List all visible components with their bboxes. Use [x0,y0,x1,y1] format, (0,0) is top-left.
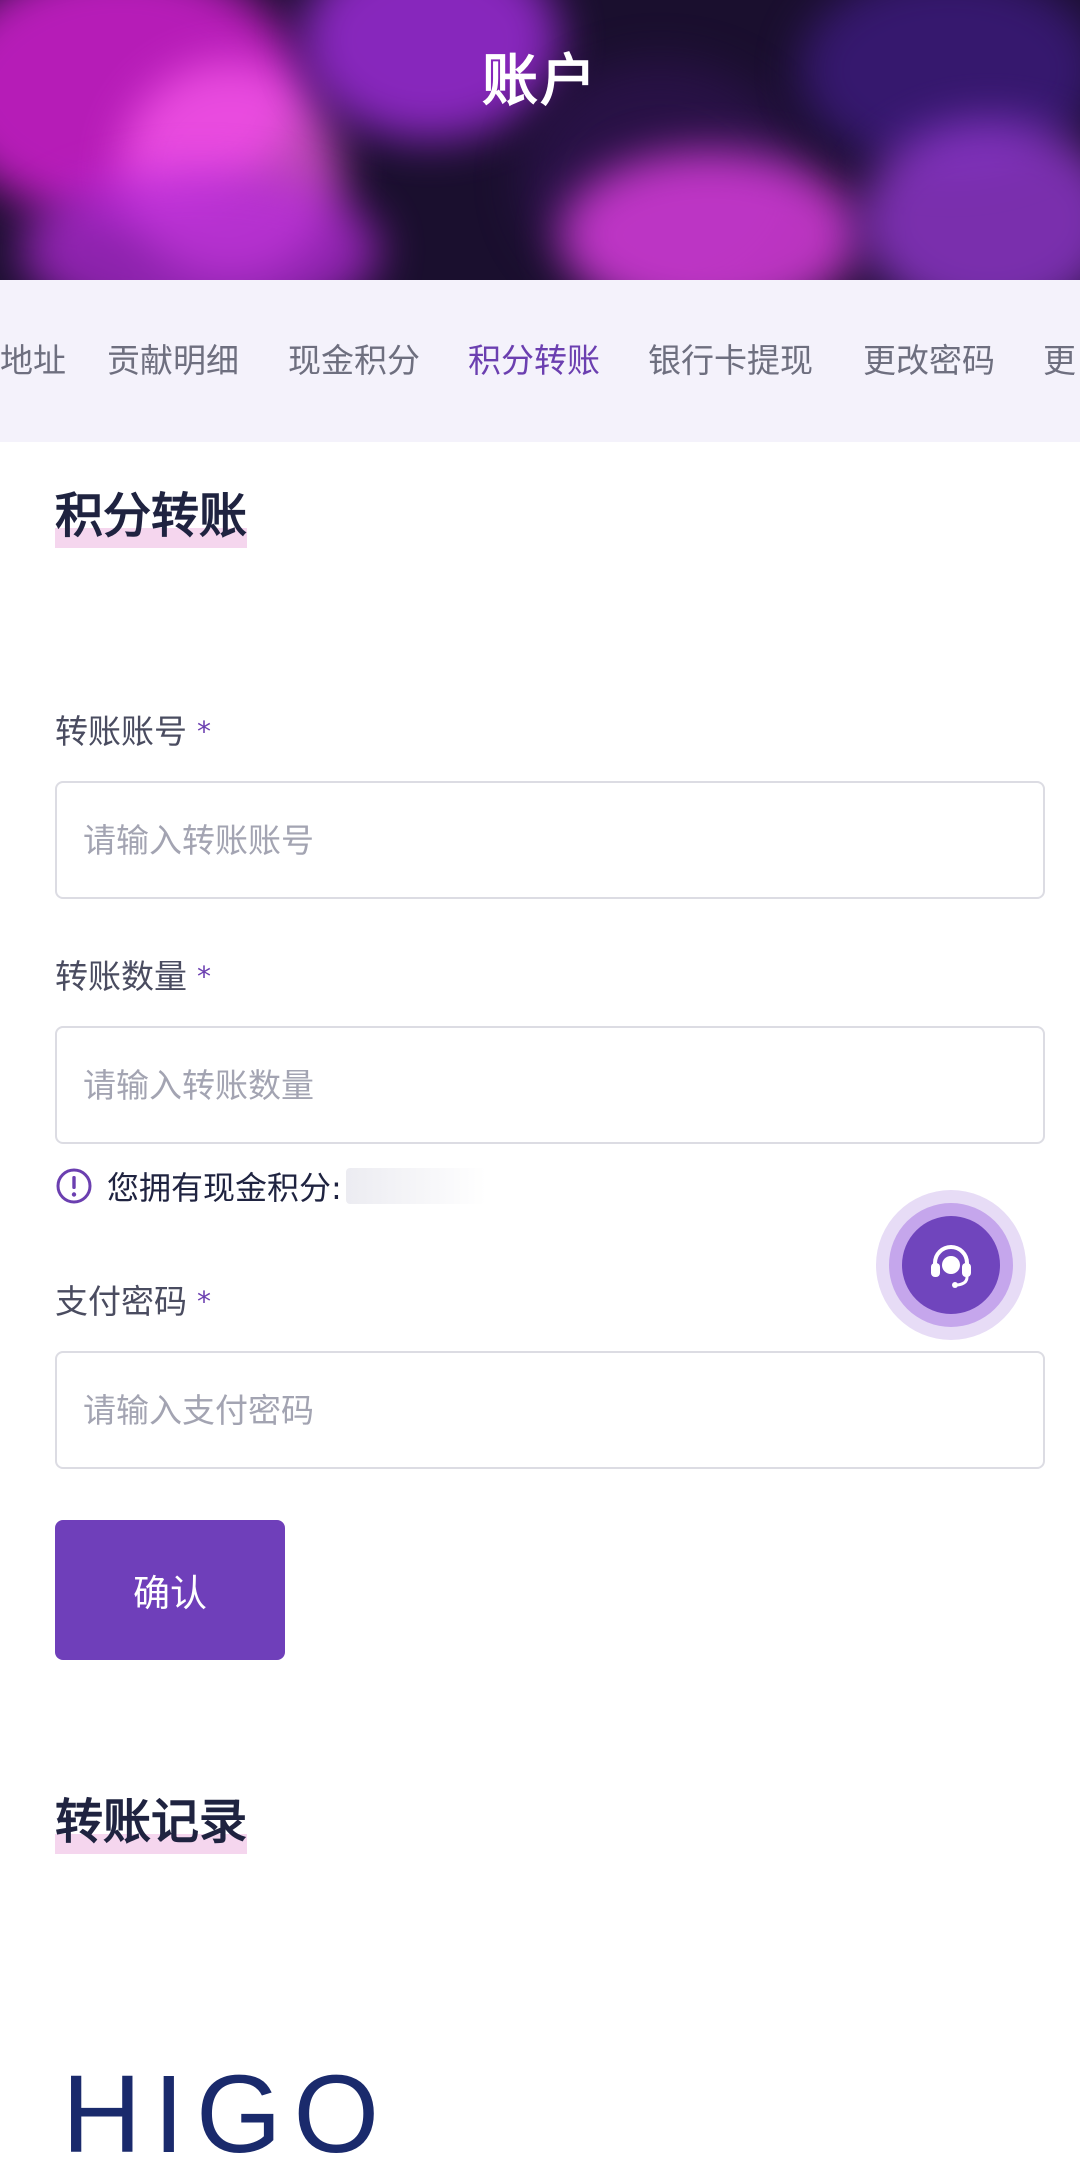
records-section-title: 转账记录 [55,1790,248,1854]
footer-logo: HIGO [62,2053,392,2176]
page-title: 账户 [482,49,598,114]
required-mark: * [197,1285,211,1318]
pay-password-input[interactable] [55,1351,1045,1469]
tab-points-transfer[interactable]: 积分转账 [468,337,600,385]
tab-change-password[interactable]: 更改密码 [863,337,995,385]
balance-value-obscured [345,1168,486,1204]
header-banner: 账户 [0,0,1080,280]
tab-contribution-details[interactable]: 贡献明细 [107,337,239,385]
tab-address[interactable]: 地址 [0,337,66,385]
tab-cash-points[interactable]: 现金积分 [288,337,420,385]
transfer-account-input[interactable] [55,781,1045,899]
pay-password-label-text: 支付密码 [55,1282,187,1321]
confirm-button[interactable]: 确认 [55,1520,285,1660]
required-mark: * [197,715,211,748]
transfer-account-label: 转账账号 * [55,708,211,756]
records-section-heading: 转账记录 [55,1790,248,1854]
tab-more-truncated[interactable]: 更 [1043,337,1076,385]
transfer-section-heading: 积分转账 [55,484,248,548]
support-button-ring [889,1203,1013,1327]
customer-support-button[interactable] [876,1190,1026,1340]
balance-hint: 您拥有现金积分: [55,1162,486,1210]
info-circle-icon [56,1168,92,1204]
transfer-account-label-text: 转账账号 [55,712,187,751]
transfer-amount-label: 转账数量 * [55,953,211,1001]
transfer-amount-label-text: 转账数量 [55,957,187,996]
transfer-section-title: 积分转账 [55,484,248,548]
balance-hint-text: 您拥有现金积分: [107,1169,342,1207]
account-tab-bar: 地址 贡献明细 现金积分 积分转账 银行卡提现 更改密码 更 [0,280,1080,442]
support-button-core [902,1216,1000,1314]
transfer-amount-input[interactable] [55,1026,1045,1144]
tab-bank-card-withdrawal[interactable]: 银行卡提现 [648,337,813,385]
required-mark: * [197,960,211,993]
pay-password-label: 支付密码 * [55,1278,211,1326]
headset-icon [931,1245,971,1288]
